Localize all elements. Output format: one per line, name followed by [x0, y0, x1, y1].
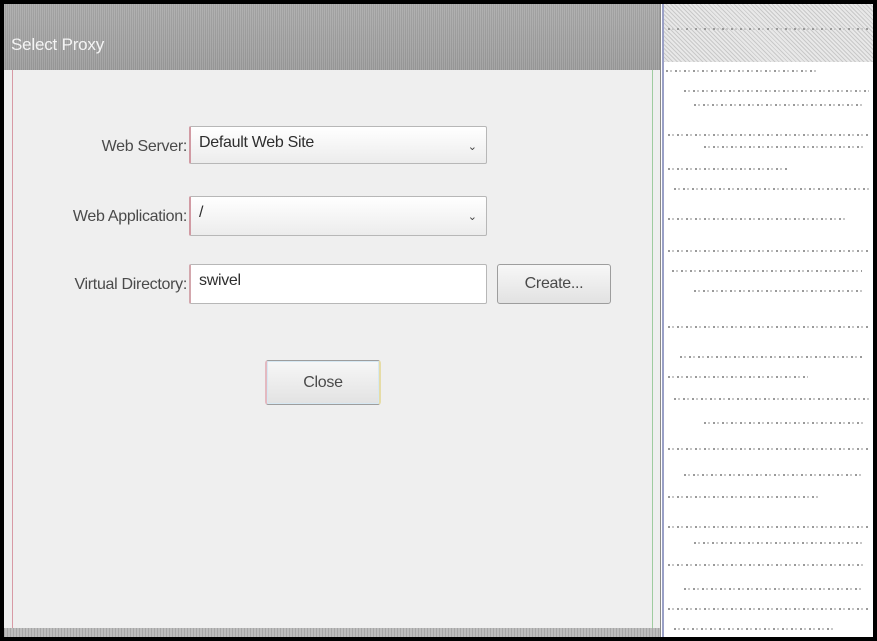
background-text-line: [668, 326, 868, 328]
background-text-line: [704, 422, 864, 424]
create-button[interactable]: Create...: [497, 264, 611, 304]
web-server-value: Default Web Site: [199, 134, 314, 151]
chevron-down-icon: ⌄: [467, 141, 477, 153]
virtual-directory-input[interactable]: swivel: [189, 264, 487, 304]
dialog-client-area: Web Server: Default Web Site ⌄ Web Appli…: [12, 70, 653, 628]
background-text-line: [704, 146, 864, 148]
background-text-line: [684, 90, 869, 92]
chevron-down-icon: ⌄: [467, 211, 477, 223]
background-text-line: [668, 218, 848, 220]
background-window: [662, 4, 873, 637]
background-text-line: [668, 28, 868, 30]
background-text-line: [668, 376, 808, 378]
background-text-line: [694, 104, 864, 106]
virtual-directory-value: swivel: [199, 272, 241, 289]
dialog-bottom-border: [4, 628, 660, 637]
background-header: [664, 4, 873, 62]
background-text-line: [674, 628, 834, 630]
web-server-select[interactable]: Default Web Site ⌄: [189, 126, 487, 164]
background-text-line: [668, 448, 868, 450]
web-server-label: Web Server:: [101, 138, 188, 155]
background-text-line: [672, 270, 862, 272]
web-application-label: Web Application:: [72, 208, 187, 225]
background-text-line: [668, 526, 868, 528]
background-text-line: [694, 290, 864, 292]
background-text-line: [668, 608, 868, 610]
background-text-line: [668, 496, 818, 498]
dialog-title: Select Proxy: [11, 35, 105, 54]
web-application-select[interactable]: / ⌄: [189, 196, 487, 236]
background-text-line: [684, 474, 864, 476]
background-text-line: [694, 542, 864, 544]
background-text-line: [666, 70, 816, 72]
background-text-line: [668, 250, 868, 252]
background-text-line: [680, 356, 864, 358]
background-text-line: [674, 188, 869, 190]
background-text-line: [684, 588, 864, 590]
background-text-line: [668, 564, 863, 566]
web-application-value: /: [199, 204, 204, 221]
virtual-directory-label: Virtual Directory:: [74, 276, 187, 293]
background-text-line: [674, 398, 869, 400]
background-text-line: [668, 168, 788, 170]
dialog-titlebar[interactable]: Select Proxy: [4, 4, 660, 70]
select-proxy-dialog: Select Proxy Web Server: Default Web Sit…: [4, 4, 661, 637]
background-text-line: [668, 134, 868, 136]
close-button[interactable]: Close: [265, 360, 381, 405]
